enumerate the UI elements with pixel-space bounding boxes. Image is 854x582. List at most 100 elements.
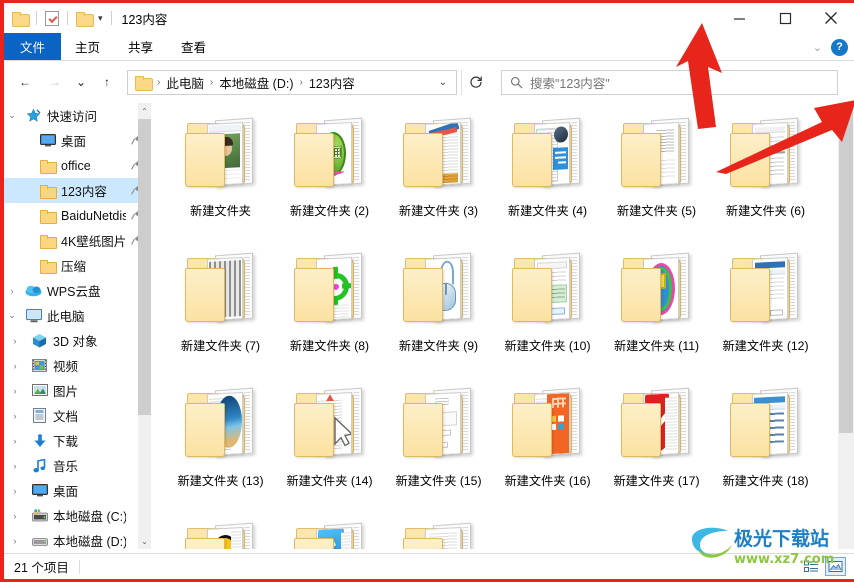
file-item[interactable] — [166, 512, 275, 549]
file-item-label: 新建文件夹 (6) — [725, 204, 806, 218]
search-input[interactable]: 搜索"123内容" — [530, 73, 610, 92]
folder-icon[interactable] — [12, 11, 30, 27]
chevron-right-icon[interactable]: › — [4, 461, 26, 471]
close-button[interactable] — [808, 3, 854, 33]
file-item[interactable]: 新建文件夹 (7) — [166, 242, 275, 377]
chevron-right-icon[interactable]: › — [4, 336, 26, 346]
chevron-down-icon[interactable]: ▾ — [98, 13, 103, 24]
chevron-right-icon[interactable]: › — [4, 411, 26, 421]
sidebar-item-本地磁盘D[interactable]: › 本地磁盘 (D:) — [4, 528, 151, 549]
file-item[interactable]: 新建文件夹 — [166, 107, 275, 242]
sidebar-item-文档[interactable]: › 文档 — [4, 403, 151, 428]
sidebar-item-快速访问[interactable]: ⌄ 快速访问 — [4, 103, 151, 128]
folder-front-panel — [293, 133, 334, 187]
properties-icon[interactable] — [45, 10, 59, 26]
address-bar[interactable]: › 此电脑 › 本地磁盘 (D:) › 123内容 ⌄ — [127, 69, 457, 95]
tab-home[interactable]: 主页 — [61, 33, 114, 60]
chevron-right-icon[interactable]: › — [4, 361, 26, 371]
file-item[interactable]: 新建文件夹 (8) — [275, 242, 384, 377]
file-item-label: 新建文件夹 (13) — [177, 474, 264, 488]
file-item[interactable] — [384, 512, 493, 549]
navigation-scrollbar-thumb[interactable] — [138, 119, 151, 415]
maximize-button[interactable] — [762, 3, 808, 33]
chevron-right-icon[interactable]: › — [4, 486, 26, 496]
tab-file[interactable]: 文件 — [4, 33, 62, 60]
sidebar-item-桌面[interactable]: › 桌面 — [4, 478, 151, 503]
chevron-right-icon[interactable]: › — [4, 286, 20, 296]
file-list-pane[interactable]: 新建文件夹 新建文件夹 (2) 新建文件夹 (3) 新建文件夹 (4) 新建文件夹 (5… — [152, 103, 854, 549]
forward-button[interactable]: → — [42, 69, 68, 95]
chevron-right-icon[interactable]: › — [4, 386, 26, 396]
navigation-scrollbar[interactable]: ⌃ ⌄ — [138, 103, 151, 549]
file-item[interactable]: 新建文件夹 (13) — [166, 377, 275, 512]
chevron-right-icon[interactable]: › — [4, 536, 26, 546]
file-item[interactable]: 新建文件夹 (12) — [711, 242, 820, 377]
breadcrumb-item-this-pc[interactable]: 此电脑 — [163, 73, 207, 92]
file-item[interactable]: 新建文件夹 (3) — [384, 107, 493, 242]
back-button[interactable]: ← — [12, 69, 38, 95]
sidebar-item-label: 桌面 — [53, 485, 79, 499]
folder-icon — [506, 113, 590, 197]
sidebar-item-label: 桌面 — [61, 135, 87, 149]
file-item[interactable]: 新建文件夹 (6) — [711, 107, 820, 242]
file-explorer-window: ▾ 123内容 文件 主页 共享 查看 ⌄ ? ← → ⌄ ↑ › 此电脑 › … — [0, 0, 854, 582]
content-scrollbar-thumb[interactable] — [839, 103, 853, 433]
sidebar-item-BaiduNetdis[interactable]: BaiduNetdis — [4, 203, 151, 228]
sidebar-item-桌面[interactable]: 桌面 — [4, 128, 151, 153]
help-icon[interactable]: ? — [831, 38, 848, 56]
content-scrollbar[interactable] — [838, 103, 854, 549]
file-item[interactable]: 新建文件夹 (9) — [384, 242, 493, 377]
sidebar-item-3D对象[interactable]: › 3D 对象 — [4, 328, 151, 353]
sidebar-item-4K壁纸图片[interactable]: 4K壁纸图片 — [4, 228, 151, 253]
refresh-button[interactable] — [461, 69, 489, 95]
chevron-right-icon[interactable]: › — [4, 511, 26, 521]
window-controls — [716, 3, 854, 33]
file-item[interactable]: 新建文件夹 (11) — [602, 242, 711, 377]
sidebar-item-图片[interactable]: › 图片 — [4, 378, 151, 403]
chevron-down-icon[interactable]: ⌄ — [4, 310, 20, 321]
breadcrumb-item-drive-d[interactable]: 本地磁盘 (D:) — [216, 73, 296, 92]
tab-share[interactable]: 共享 — [114, 33, 167, 60]
sidebar-item-视频[interactable]: › 视频 — [4, 353, 151, 378]
file-item[interactable]: 新建文件夹 (18) — [711, 377, 820, 512]
search-box[interactable]: 搜索"123内容" — [501, 69, 838, 95]
chevron-down-icon[interactable]: ⌄ — [4, 110, 20, 121]
thumbnail-view-icon[interactable] — [825, 557, 846, 576]
folder-icon — [397, 113, 481, 197]
expand-ribbon-icon[interactable]: ⌄ — [813, 41, 822, 54]
file-item[interactable] — [275, 512, 384, 549]
scroll-down-icon[interactable]: ⌄ — [138, 533, 151, 549]
scroll-up-icon[interactable]: ⌃ — [138, 103, 151, 119]
chevron-right-icon[interactable]: › — [4, 436, 26, 446]
file-item[interactable]: 新建文件夹 (2) — [275, 107, 384, 242]
status-bar: 21 个项目 — [4, 553, 854, 579]
file-item-label: 新建文件夹 (8) — [289, 339, 370, 353]
file-item[interactable]: 新建文件夹 (15) — [384, 377, 493, 512]
file-item[interactable]: 新建文件夹 (10) — [493, 242, 602, 377]
file-item[interactable]: 新建文件夹 (17) — [602, 377, 711, 512]
sidebar-item-123内容[interactable]: 123内容 — [4, 178, 151, 203]
folder-front-panel — [293, 268, 334, 322]
sidebar-item-office[interactable]: office — [4, 153, 151, 178]
sidebar-item-此电脑[interactable]: ⌄ 此电脑 — [4, 303, 151, 328]
file-item[interactable]: 新建文件夹 (14) — [275, 377, 384, 512]
details-view-icon[interactable] — [801, 557, 822, 576]
file-item[interactable]: 新建文件夹 (4) — [493, 107, 602, 242]
address-dropdown-icon[interactable]: ⌄ — [434, 77, 452, 88]
sidebar-item-本地磁盘C[interactable]: › 本地磁盘 (C:) — [4, 503, 151, 528]
sidebar-item-label: 下载 — [53, 435, 79, 449]
recent-locations-icon[interactable]: ⌄ — [72, 69, 90, 95]
file-item[interactable]: 新建文件夹 (16) — [493, 377, 602, 512]
file-item[interactable]: 新建文件夹 (5) — [602, 107, 711, 242]
tab-view[interactable]: 查看 — [167, 33, 220, 60]
minimize-button[interactable] — [716, 3, 762, 33]
sidebar-item-音乐[interactable]: › 音乐 — [4, 453, 151, 478]
breadcrumb-item-current[interactable]: 123内容 — [306, 73, 358, 92]
sidebar-item-WPS云盘[interactable]: › WPS云盘 — [4, 278, 151, 303]
sidebar-item-压缩[interactable]: 压缩 — [4, 253, 151, 278]
sidebar-item-下载[interactable]: › 下载 — [4, 428, 151, 453]
cloud-icon — [25, 284, 42, 297]
new-folder-icon[interactable] — [76, 11, 94, 27]
file-grid: 新建文件夹 新建文件夹 (2) 新建文件夹 (3) 新建文件夹 (4) 新建文件夹 (5… — [166, 107, 837, 549]
up-button[interactable]: ↑ — [94, 69, 120, 95]
